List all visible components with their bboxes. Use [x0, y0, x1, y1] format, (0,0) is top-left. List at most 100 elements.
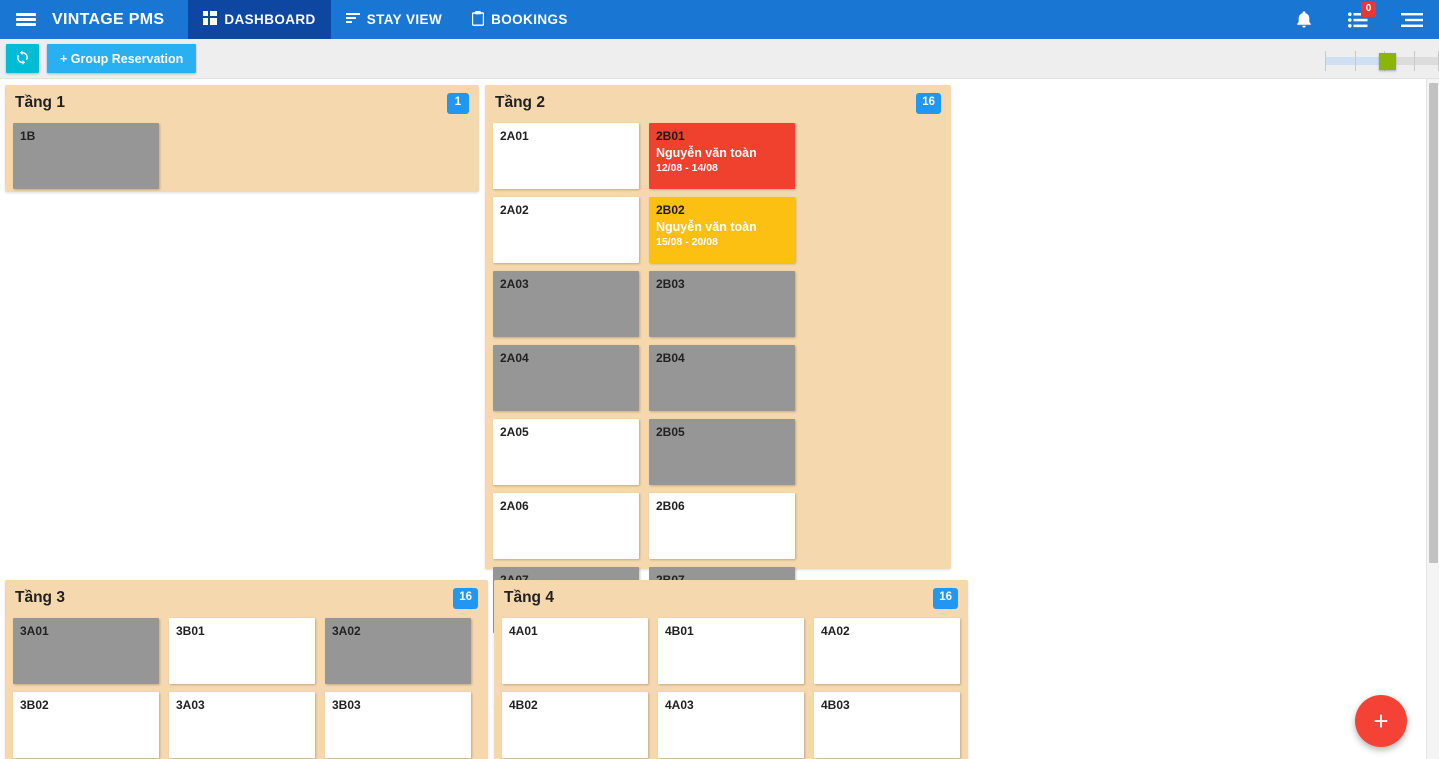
floor-room-count-badge: 16 [933, 588, 958, 609]
room-card-code: 2B03 [656, 277, 788, 292]
floor-board: Tầng 111BTầng 2162A012B01Nguyễn văn toàn… [0, 79, 1439, 759]
slider-tick [1325, 51, 1326, 71]
room-card[interactable]: 2B02Nguyễn văn toàn15/08 - 20/08 [649, 197, 795, 263]
nav-tab-bookings[interactable]: BOOKINGS [457, 0, 583, 39]
floor-panel-header: Tầng 1 1 [13, 92, 471, 123]
floor-room-count-badge: 1 [447, 93, 469, 114]
room-card-guest-name: Nguyễn văn toàn [656, 218, 788, 237]
room-card-code: 2B02 [656, 203, 788, 218]
action-toolbar: + Group Reservation [0, 39, 1439, 79]
bell-icon[interactable] [1277, 0, 1331, 39]
hamburger-bar [16, 23, 36, 26]
nav-tab-stay-view-label: STAY VIEW [367, 12, 442, 27]
room-card[interactable]: 2A06 [493, 493, 639, 559]
floor-room-count-badge: 16 [916, 93, 941, 114]
room-card-code: 2B06 [656, 499, 788, 514]
group-reservation-button[interactable]: + Group Reservation [47, 44, 196, 73]
room-card[interactable]: 2B06 [649, 493, 795, 559]
room-card[interactable]: 4B03 [814, 692, 960, 758]
room-card-code: 3B03 [332, 698, 464, 713]
refresh-icon [15, 50, 30, 68]
menu-lines-icon[interactable] [1385, 0, 1439, 39]
room-card-code: 3A03 [176, 698, 308, 713]
floor-panel-header: Tầng 3 16 [13, 587, 480, 618]
room-card[interactable]: 2A04 [493, 345, 639, 411]
floor-panel: Tầng 4 16 4A01 4B01 4A02 4B02 4A03 4B03 [494, 580, 968, 759]
floor-panel-header: Tầng 4 16 [502, 587, 960, 618]
room-card[interactable]: 2A01 [493, 123, 639, 189]
hamburger-bar [16, 18, 36, 21]
room-card-code: 4B03 [821, 698, 953, 713]
floor-panel: Tầng 1 1 1B [5, 85, 479, 192]
room-card[interactable]: 2B05 [649, 419, 795, 485]
floor-title: Tầng 4 [504, 589, 554, 607]
refresh-button[interactable] [6, 44, 39, 73]
clipboard-icon [472, 11, 484, 29]
floor-room-count-badge: 16 [453, 588, 478, 609]
room-card-code: 2A04 [500, 351, 632, 366]
room-card-list: 4A01 4B01 4A02 4B02 4A03 4B03 [502, 618, 960, 758]
room-card-code: 3A01 [20, 624, 152, 639]
room-card[interactable]: 2B03 [649, 271, 795, 337]
room-card[interactable]: 3B02 [13, 692, 159, 758]
room-card[interactable]: 3A01 [13, 618, 159, 684]
floor-title: Tầng 2 [495, 94, 545, 112]
room-card-code: 2B04 [656, 351, 788, 366]
room-card[interactable]: 2A02 [493, 197, 639, 263]
room-card[interactable]: 4A01 [502, 618, 648, 684]
room-card-stay-dates: 15/08 - 20/08 [656, 236, 788, 249]
room-card[interactable]: 2B01Nguyễn văn toàn12/08 - 14/08 [649, 123, 795, 189]
room-card[interactable]: 4A03 [658, 692, 804, 758]
room-card[interactable]: 4B02 [502, 692, 648, 758]
room-card-code: 3B02 [20, 698, 152, 713]
add-reservation-fab[interactable]: + [1355, 695, 1407, 747]
hamburger-menu-icon[interactable] [0, 0, 52, 39]
floor-title: Tầng 1 [15, 94, 65, 112]
room-card-code: 3A02 [332, 624, 464, 639]
room-card-code: 2A03 [500, 277, 632, 292]
room-card-code: 1B [20, 129, 152, 144]
room-card-code: 4B02 [509, 698, 641, 713]
nav-tab-dashboard-label: DASHBOARD [224, 12, 315, 27]
room-card[interactable]: 4A02 [814, 618, 960, 684]
room-card[interactable]: 2B04 [649, 345, 795, 411]
hamburger-bar [16, 13, 36, 16]
room-card-code: 2A06 [500, 499, 632, 514]
slider-thumb[interactable] [1379, 53, 1396, 70]
nav-right-icon-group: 0 [1277, 0, 1439, 39]
room-card-code: 2A02 [500, 203, 632, 218]
vertical-scrollbar[interactable] [1426, 79, 1439, 759]
room-card-code: 2B01 [656, 129, 788, 144]
room-card[interactable]: 3A03 [169, 692, 315, 758]
floor-panel-header: Tầng 2 16 [493, 92, 943, 123]
room-card[interactable]: 1B [13, 123, 159, 189]
room-card-code: 2A01 [500, 129, 632, 144]
dashboard-grid-icon [203, 11, 217, 28]
room-card-code: 4A02 [821, 624, 953, 639]
nav-tab-stay-view[interactable]: STAY VIEW [331, 0, 457, 39]
room-card-code: 4A03 [665, 698, 797, 713]
room-card-guest-name: Nguyễn văn toàn [656, 144, 788, 163]
tasks-badge-count: 0 [1361, 2, 1376, 17]
vertical-scrollbar-thumb[interactable] [1429, 83, 1438, 563]
room-card[interactable]: 2A05 [493, 419, 639, 485]
room-card-code: 2A05 [500, 425, 632, 440]
list-sort-icon [346, 12, 360, 27]
nav-tab-dashboard[interactable]: DASHBOARD [188, 0, 330, 39]
room-card[interactable]: 3A02 [325, 618, 471, 684]
room-card-code: 3B01 [176, 624, 308, 639]
tasks-list-icon[interactable]: 0 [1331, 0, 1385, 39]
floor-title: Tầng 3 [15, 589, 65, 607]
room-card-code: 2B05 [656, 425, 788, 440]
floor-panel: Tầng 2 16 2A01 2B01Nguyễn văn toàn12/08 - 1… [485, 85, 951, 569]
floor-panel: Tầng 3163A013B013A023B023A033B033A043B04… [5, 580, 488, 759]
app-brand-title: VINTAGE PMS [52, 0, 188, 39]
zoom-slider[interactable] [1325, 51, 1439, 71]
room-card[interactable]: 2A03 [493, 271, 639, 337]
room-card[interactable]: 3B01 [169, 618, 315, 684]
room-card-code: 4B01 [665, 624, 797, 639]
room-card[interactable]: 4B01 [658, 618, 804, 684]
room-card-list: 3A013B013A023B023A033B033A043B043A053B05… [13, 618, 480, 759]
room-card[interactable]: 3B03 [325, 692, 471, 758]
slider-tick [1414, 51, 1415, 71]
